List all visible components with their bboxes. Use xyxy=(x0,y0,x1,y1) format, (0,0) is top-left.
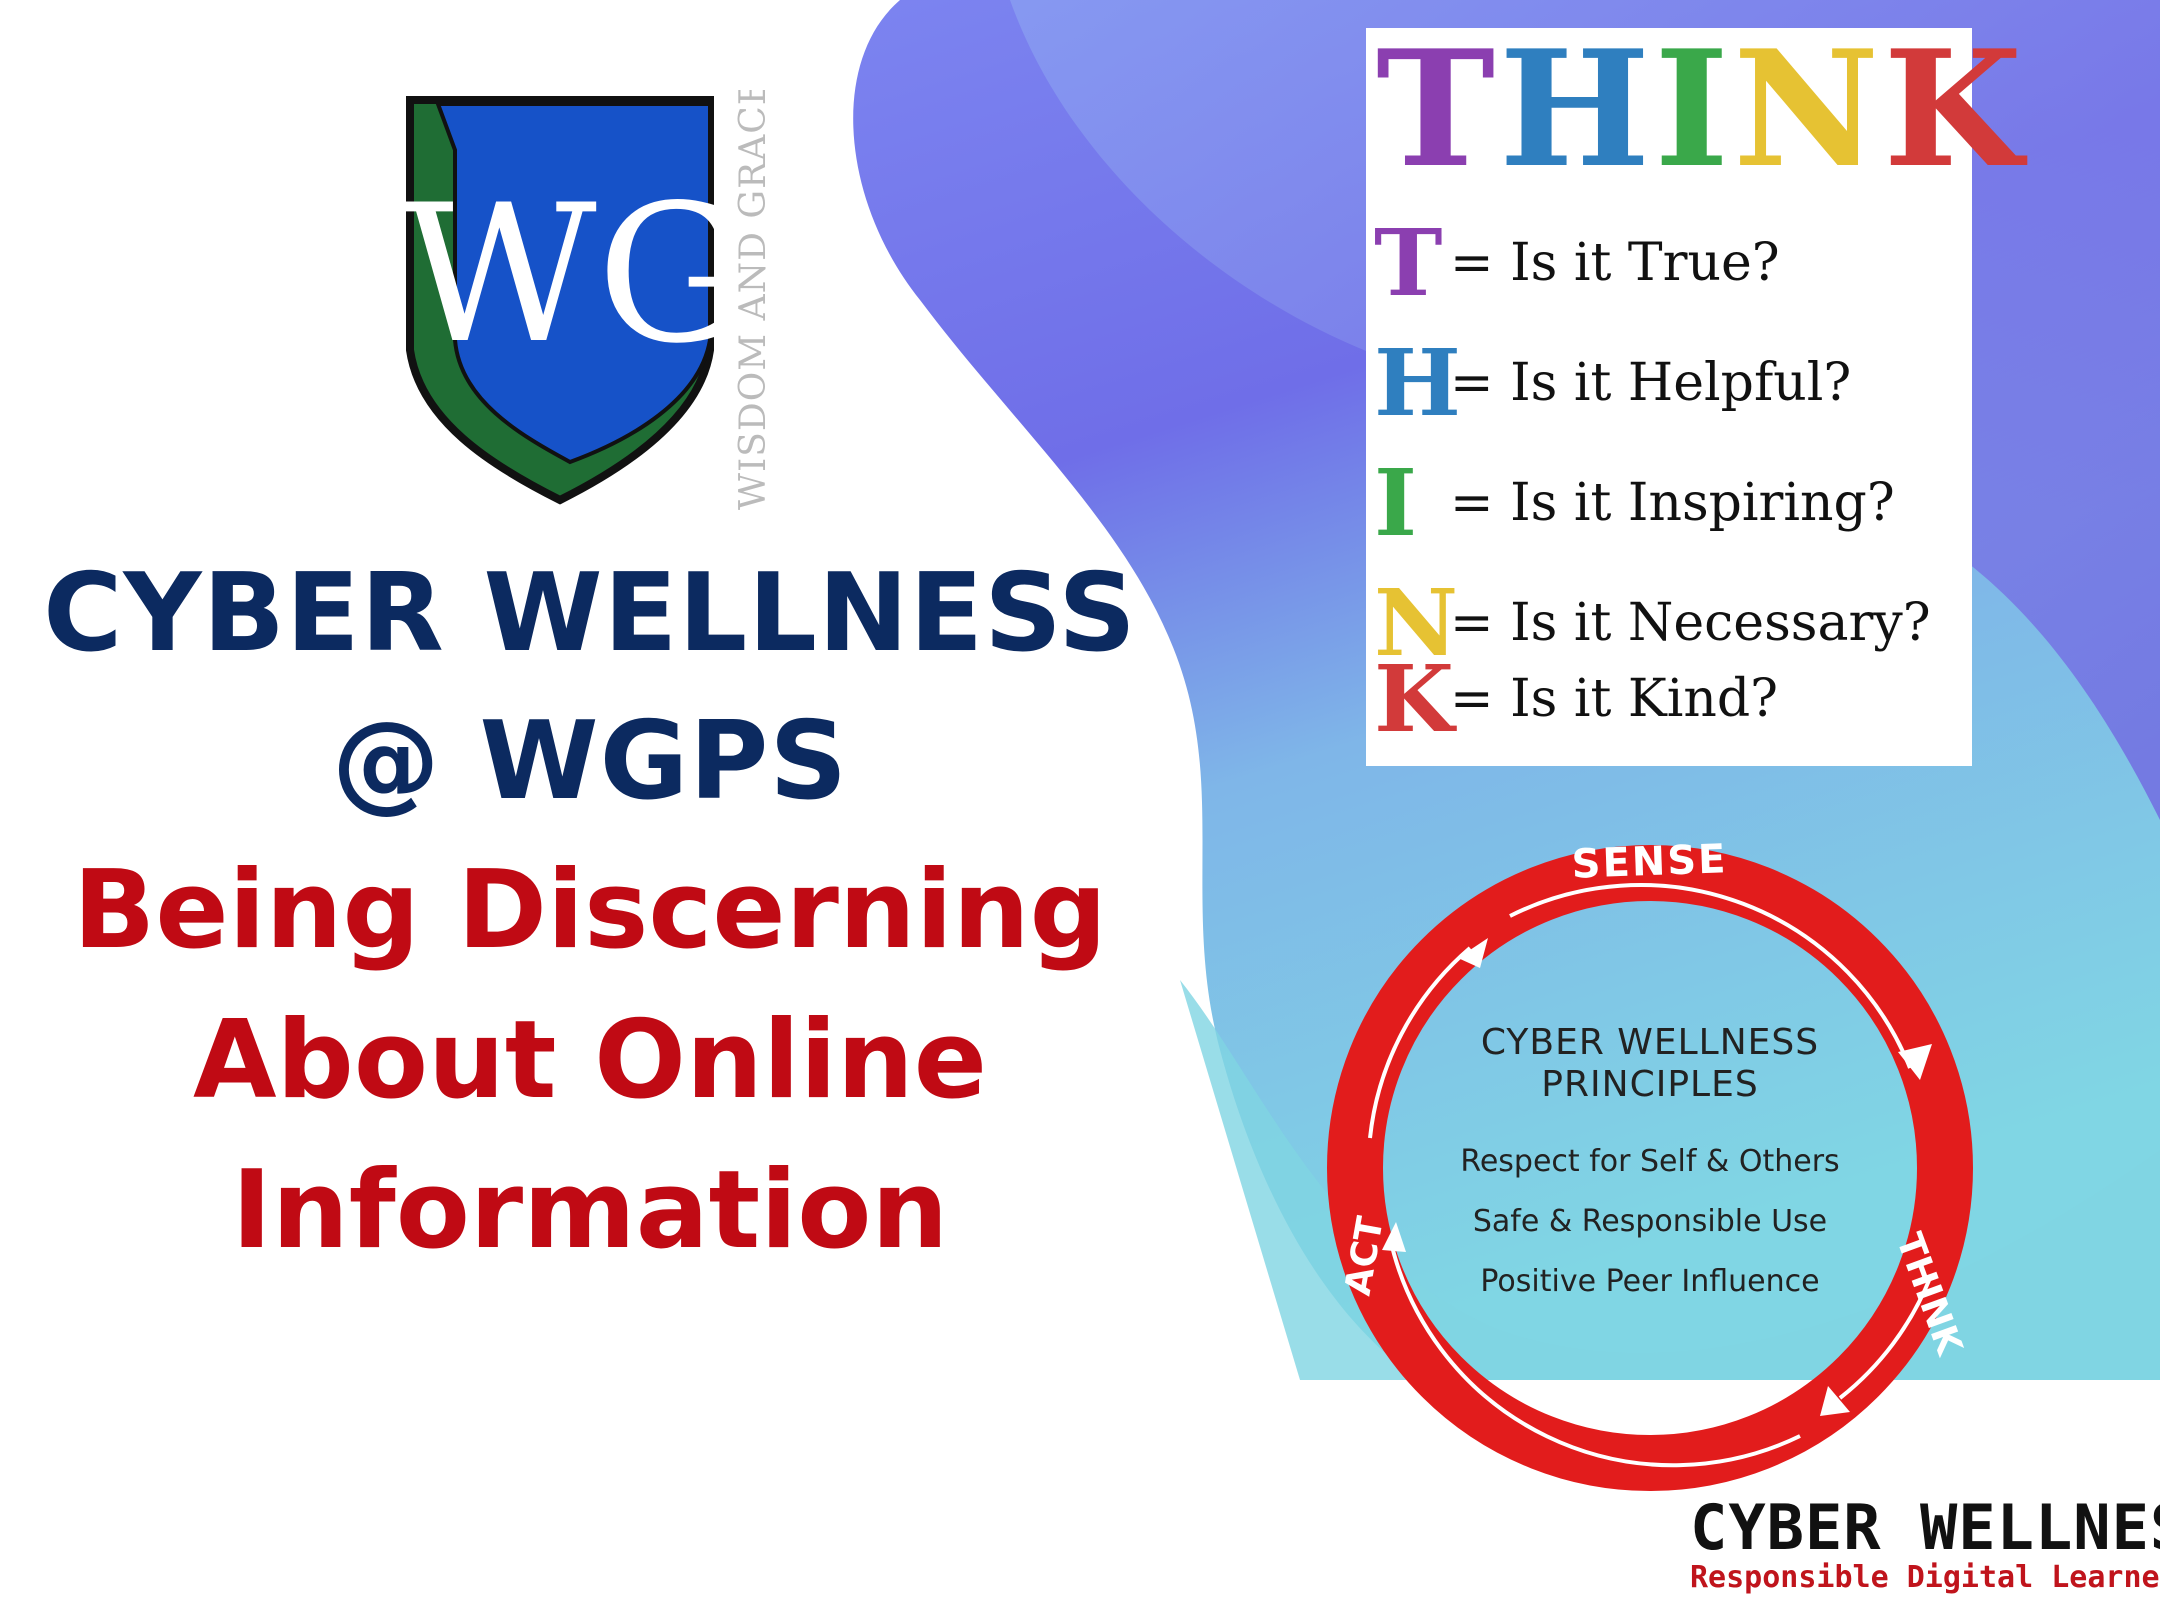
think-item-question: = Is it Inspiring? xyxy=(1450,473,1895,533)
think-heading-letter: H xyxy=(1499,15,1655,203)
school-crest-logo: WG WISDOM AND GRACE xyxy=(401,90,774,510)
principle-safe-use: Safe & Responsible Use xyxy=(1472,1204,1828,1239)
principle-respect: Respect for Self & Others xyxy=(1460,1144,1840,1179)
think-item-kind: K = Is it Kind? xyxy=(1374,644,1974,754)
think-item-question: = Is it Helpful? xyxy=(1450,353,1852,413)
subtitle-line-3: Information xyxy=(231,1148,949,1273)
think-heading: THINK xyxy=(1376,15,2022,203)
think-item-inspiring: I = Is it Inspiring? xyxy=(1374,448,1974,558)
wheel-label-sense: SENSE xyxy=(1571,838,1728,888)
think-item-letter: I xyxy=(1374,449,1418,557)
think-card: THINK T = Is it True? H = Is it Helpful?… xyxy=(1366,15,2022,766)
think-item-helpful: H = Is it Helpful? xyxy=(1374,328,1974,438)
think-heading-letter: N xyxy=(1733,15,1884,203)
principles-title: CYBER WELLNESS PRINCIPLES xyxy=(1420,1022,1880,1106)
think-item-question: = Is it True? xyxy=(1450,233,1780,293)
think-item-true: T = Is it True? xyxy=(1374,208,1974,318)
main-title-line-2: @ WGPS xyxy=(331,699,849,824)
principles-title-line-2: PRINCIPLES xyxy=(1541,1064,1759,1105)
title-block: CYBER WELLNESS @ WGPS Being Discerning A… xyxy=(40,540,1140,1286)
think-heading-letter: I xyxy=(1654,15,1734,203)
subtitle-line-2: About Online xyxy=(192,998,988,1123)
crest-monogram: WG xyxy=(401,164,748,385)
think-item-letter: H xyxy=(1374,329,1461,437)
crest-motto: WISDOM AND GRACE xyxy=(733,90,774,510)
main-title-line-1: CYBER WELLNESS xyxy=(43,551,1137,676)
think-heading-letter: K xyxy=(1883,15,2027,203)
subtitle-line-1: Being Discerning xyxy=(73,848,1107,973)
think-heading-letter: T xyxy=(1376,15,1500,203)
logo-tagline: Responsible Digital Learners xyxy=(1690,1560,2160,1595)
think-item-letter: K xyxy=(1374,645,1454,753)
principles-title-line-1: CYBER WELLNESS xyxy=(1480,1022,1820,1063)
principle-peer-influence: Positive Peer Influence xyxy=(1480,1264,1820,1299)
think-item-question: = Is it Kind? xyxy=(1450,669,1779,729)
think-item-letter: T xyxy=(1374,209,1443,317)
cyber-wellness-logo: CYBER WELLNESS Responsible Digital Learn… xyxy=(1690,1491,2160,1595)
logo-wordmark: CYBER WELLNESS xyxy=(1690,1491,2160,1564)
